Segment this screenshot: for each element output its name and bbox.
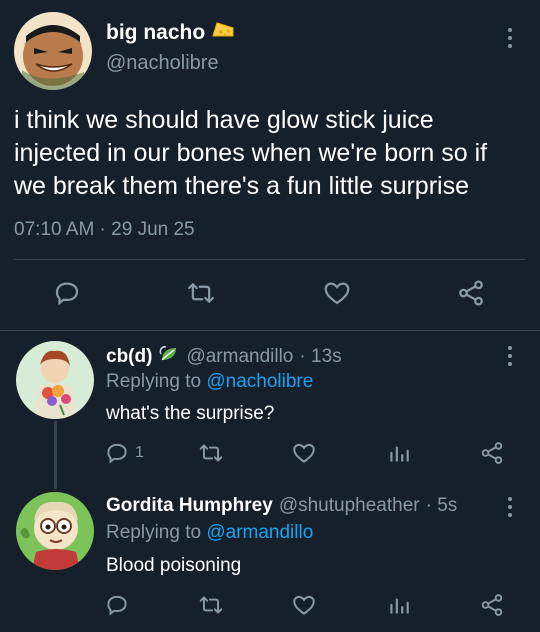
like-button[interactable] — [291, 440, 317, 466]
replying-handle-link[interactable]: @armandillo — [206, 522, 313, 543]
more-icon[interactable] — [504, 28, 516, 48]
handle[interactable]: @nacholibre — [106, 52, 219, 75]
share-icon — [459, 280, 483, 306]
analytics-icon — [390, 446, 409, 462]
display-name-text: big nacho — [106, 21, 206, 44]
avatar[interactable] — [16, 341, 94, 419]
display-name[interactable]: Gordita Humphrey — [106, 495, 273, 517]
share-icon — [481, 442, 503, 464]
like-icon — [293, 443, 315, 463]
reply-button[interactable]: 1 — [104, 440, 144, 466]
retweet-button[interactable] — [198, 440, 224, 466]
reply-text: what's the surprise? — [106, 403, 275, 424]
retweet-icon — [199, 444, 223, 462]
divider — [14, 259, 526, 260]
like-icon — [324, 282, 350, 305]
replying-to: Replying to @nacholibre — [106, 371, 313, 393]
tweet-actions — [0, 278, 540, 308]
replying-handle-link[interactable]: @nacholibre — [206, 371, 313, 392]
replying-prefix: Replying to — [106, 522, 202, 543]
reply-icon — [55, 282, 79, 306]
reply-button[interactable] — [104, 592, 135, 618]
display-name[interactable]: cb(d) — [106, 346, 152, 368]
share-button[interactable] — [479, 592, 505, 618]
analytics-button[interactable] — [386, 592, 412, 618]
analytics-button[interactable] — [386, 440, 412, 466]
tweet-timestamp: 07:10 AM · 29 Jun 25 — [14, 219, 195, 240]
more-icon[interactable] — [504, 497, 516, 517]
handle[interactable]: @armandillo — [186, 346, 293, 368]
replying-to: Replying to @armandillo — [106, 522, 313, 544]
retweet-icon — [199, 596, 223, 614]
leaf-swirl-icon — [158, 344, 180, 370]
share-button[interactable] — [479, 440, 505, 466]
divider — [0, 330, 540, 331]
reply-icon — [107, 595, 127, 616]
share-button[interactable] — [456, 278, 486, 308]
replying-prefix: Replying to — [106, 371, 202, 392]
more-icon[interactable] — [504, 346, 516, 366]
avatar[interactable] — [14, 12, 92, 90]
tweet-text: i think we should have glow stick juice … — [14, 106, 488, 200]
handle[interactable]: @shutupheather — [279, 495, 420, 517]
retweet-button[interactable] — [198, 592, 224, 618]
reply-count: 1 — [135, 444, 144, 461]
like-button[interactable] — [322, 278, 352, 308]
like-button[interactable] — [291, 592, 317, 618]
like-icon — [293, 595, 315, 615]
reply-actions: 1 — [0, 440, 540, 470]
display-name[interactable]: big nacho — [106, 20, 235, 46]
cheese-emoji-icon — [211, 20, 235, 46]
reply-actions — [0, 592, 540, 622]
reply-icon — [107, 443, 127, 464]
analytics-icon — [390, 598, 409, 614]
reply-header: Gordita Humphrey @shutupheather · 5s — [106, 495, 457, 517]
share-icon — [481, 594, 503, 616]
reply-time: · 5s — [425, 495, 458, 516]
reply-text: Blood poisoning — [106, 555, 242, 576]
retweet-button[interactable] — [186, 278, 216, 308]
main-tweet: big nacho @nacholibre i think we should … — [0, 0, 540, 330]
reply-time: · 13s — [299, 346, 342, 367]
avatar[interactable] — [16, 492, 94, 570]
reply-button[interactable] — [52, 278, 82, 308]
reply-header: cb(d) @armandillo · 13s — [106, 344, 342, 370]
retweet-icon — [188, 283, 214, 303]
